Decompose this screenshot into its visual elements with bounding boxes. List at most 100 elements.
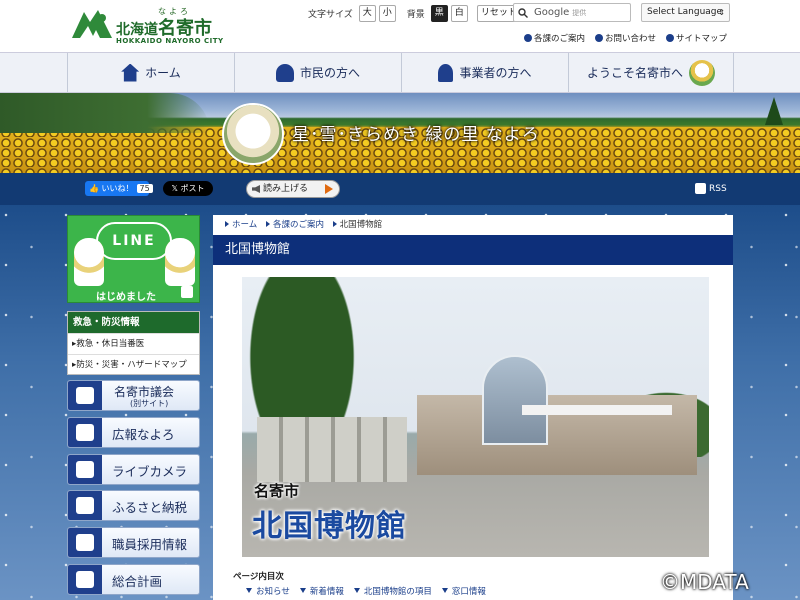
hero-banner: 星･雪･きらめき 緑の里 なよろ — [0, 93, 800, 173]
toc-item-news[interactable]: 新着情報 — [299, 585, 344, 597]
font-large-button[interactable]: 大 — [358, 4, 376, 22]
nav-welcome[interactable]: ようこそ名寄市へ — [568, 53, 734, 92]
rss-label: RSS — [709, 183, 727, 194]
toc-item-counter-info[interactable]: 窓口情報 — [441, 585, 486, 597]
arrow-circle-icon — [666, 34, 675, 42]
toc-item-label: 窓口情報 — [451, 587, 486, 597]
sublink-departments[interactable]: 各課のご案内 — [524, 32, 585, 44]
sublink-contact-label: お問い合わせ — [605, 34, 657, 44]
speaker-icon — [252, 185, 260, 193]
presentation-icon — [68, 565, 102, 594]
nav-citizens-label: 市民の方へ — [299, 66, 360, 80]
font-small-button[interactable]: 小 — [378, 4, 396, 22]
logo-city: 名寄市 — [158, 18, 212, 39]
font-size-label: 文字サイズ — [308, 9, 353, 20]
page-title: 北国博物館 — [213, 235, 733, 265]
header-sublinks: 各課のご案内 お問い合わせ サイトマップ — [524, 32, 727, 44]
logo-english: HOKKAIDO NAYORO CITY — [116, 37, 224, 45]
live-camera-label: ライブカメラ — [112, 464, 188, 479]
copyright-watermark: ©MDATA — [660, 570, 749, 594]
emergency-link-holiday-doctor[interactable]: ▸救急・休日当番医 — [68, 333, 199, 354]
accessibility-tools: 文字サイズ 大 小 背景 黒 白 リセット — [308, 4, 521, 22]
toc-item-museum-items[interactable]: 北国博物館の項目 — [353, 585, 432, 597]
public-relations-label: 広報なよろ — [112, 427, 175, 442]
city-council-button[interactable]: 名寄市議会 (別サイト) — [67, 380, 200, 411]
sublink-sitemap[interactable]: サイトマップ — [666, 32, 727, 44]
camera-icon — [68, 455, 102, 484]
city-council-sub: (別サイト) — [130, 399, 169, 408]
recruitment-button[interactable]: 職員採用情報 — [67, 527, 200, 558]
page-toc: お知らせ 新着情報 北国博物館の項目 窓口情報 — [246, 585, 486, 597]
id-card-icon — [68, 528, 102, 557]
language-select[interactable]: Select Language ⇕ — [641, 3, 730, 22]
site-logo[interactable]: なよろ 北海道名寄市 HOKKAIDO NAYORO CITY — [70, 6, 230, 48]
logo-prefecture: 北海道 — [116, 22, 158, 38]
nav-welcome-label: ようこそ名寄市へ — [586, 66, 683, 80]
sublink-contact[interactable]: お問い合わせ — [595, 32, 656, 44]
x-logo-icon: 𝕏 — [171, 184, 178, 193]
rss-link[interactable]: RSS — [695, 183, 727, 194]
nav-business[interactable]: 事業者の方へ — [401, 53, 568, 92]
facebook-like-button[interactable]: 👍 いいね！ 75 — [85, 181, 153, 196]
breadcrumb-home[interactable]: ホーム — [232, 220, 257, 230]
like-label: いいね！ — [101, 184, 134, 193]
breadcrumb-departments[interactable]: 各課のご案内 — [273, 220, 324, 230]
mascot-icon — [689, 59, 715, 86]
arrow-circle-icon — [524, 34, 532, 42]
like-count: 75 — [136, 184, 153, 193]
triangle-down-icon — [299, 588, 306, 593]
businessperson-icon — [438, 63, 454, 82]
photo-caption-small: 名寄市 — [254, 482, 300, 500]
bg-black-button[interactable]: 黒 — [430, 4, 448, 22]
museum-glass-dome — [482, 355, 548, 445]
nav-home[interactable]: ホーム — [67, 53, 234, 92]
triangle-down-icon — [246, 588, 252, 593]
sublink-sitemap-label: サイトマップ — [676, 34, 728, 44]
emergency-link-label: 防災・災害・ハザードマップ — [76, 360, 187, 370]
search-icon — [518, 7, 528, 18]
x-post-label: ポスト — [180, 184, 205, 193]
thumbs-up-icon: 👍 — [89, 184, 99, 193]
home-icon — [121, 63, 140, 82]
share-bar: 👍 いいね！ 75 𝕏 ポスト 読み上げる RSS — [0, 173, 800, 205]
pause-icon[interactable] — [181, 286, 193, 298]
play-icon — [325, 184, 333, 194]
search-box[interactable]: Google 提供 — [513, 3, 631, 22]
public-relations-button[interactable]: 広報なよろ — [67, 417, 200, 448]
forest-decoration — [0, 93, 210, 133]
live-camera-button[interactable]: ライブカメラ — [67, 454, 200, 485]
council-icon — [68, 381, 102, 410]
toc-item-notices[interactable]: お知らせ — [246, 585, 290, 597]
toc-title: ページ内目次 — [233, 572, 284, 582]
nav-home-label: ホーム — [145, 66, 181, 80]
triangle-icon — [332, 221, 337, 227]
general-plan-label: 総合計画 — [112, 574, 163, 589]
x-post-button[interactable]: 𝕏 ポスト — [163, 181, 213, 196]
emergency-link-hazard-map[interactable]: ▸防災・災害・ハザードマップ — [68, 354, 199, 375]
triangle-icon — [225, 221, 229, 227]
bg-white-button[interactable]: 白 — [450, 4, 468, 22]
line-note: はじめました — [96, 292, 156, 303]
furusato-tax-label: ふるさと納税 — [112, 500, 188, 515]
read-aloud-button[interactable]: 読み上げる — [246, 180, 340, 198]
toc-item-label: 新着情報 — [309, 587, 344, 597]
sublink-departments-label: 各課のご案内 — [534, 34, 586, 44]
people-icon — [275, 63, 294, 82]
search-placeholder: 提供 — [572, 8, 587, 17]
stone-monuments — [257, 417, 407, 482]
museum-canopy — [522, 405, 672, 415]
toc-item-label: お知らせ — [256, 587, 290, 597]
mascot-illustration — [222, 103, 284, 165]
photo-caption-large: 北国博物館 — [252, 509, 407, 544]
nav-citizens[interactable]: 市民の方へ — [234, 53, 401, 92]
line-title: LINE — [96, 222, 172, 260]
general-plan-button[interactable]: 総合計画 — [67, 564, 200, 595]
line-banner[interactable]: LINE はじめました — [67, 215, 200, 303]
bg-label: 背景 — [406, 9, 425, 20]
recruitment-label: 職員採用情報 — [112, 537, 188, 552]
content-panel: ホーム 各課のご案内 北国博物館 北国博物館 名寄市 北国博物館 ページ内目次 … — [213, 215, 733, 600]
emergency-info-box: 救急・防災情報 ▸救急・休日当番医 ▸防災・災害・ハザードマップ — [67, 311, 200, 375]
heart-hand-icon — [68, 491, 102, 520]
emergency-heading: 救急・防災情報 — [68, 312, 199, 333]
furusato-tax-button[interactable]: ふるさと納税 — [67, 490, 200, 521]
